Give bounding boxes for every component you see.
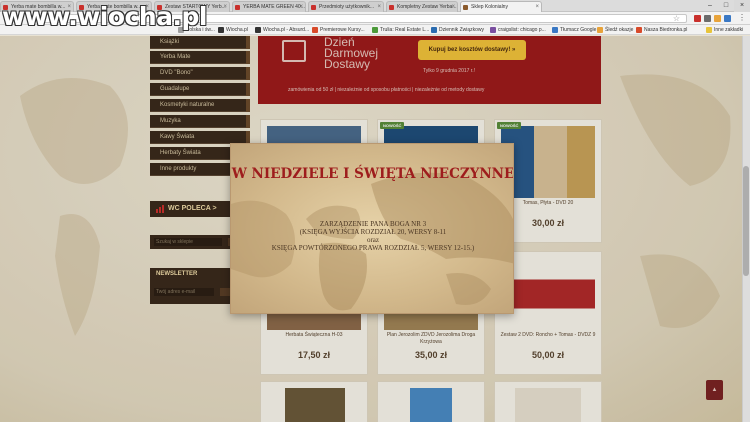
bookmark-item[interactable]: Nasza Biedronka.pl: [636, 26, 687, 34]
bookmark-folder[interactable]: Inne zakładki: [706, 26, 743, 34]
browser-tab[interactable]: YERBA MATE GREEN 40... ×: [232, 1, 306, 12]
bookmark-favicon-icon: [552, 27, 558, 33]
tab-favicon-icon: [235, 5, 240, 10]
bookmark-item[interactable]: Premierowe Kursy...: [312, 26, 365, 34]
close-icon[interactable]: ×: [377, 2, 381, 12]
close-icon[interactable]: ×: [299, 2, 303, 12]
modal-line: KSIĘGA POWTÓRZONEGO PRAWA ROZDZIAŁ 5, WE…: [271, 244, 475, 252]
modal-title: W NIEDZIELE I ŚWIĘTA NIECZYNNE: [231, 166, 514, 182]
tab-favicon-icon: [463, 5, 468, 10]
modal-body: ZARZĄDZENIE PANA BOGA NR 3 (KSIĘGA WYJŚC…: [231, 220, 513, 252]
bookmark-item[interactable]: Dziennik Związkowy: [431, 26, 484, 34]
bookmark-favicon-icon: [636, 27, 642, 33]
browser-tab-active[interactable]: Sklep Kolonialny ×: [460, 1, 542, 12]
closed-notice-modal: W NIEDZIELE I ŚWIĘTA NIECZYNNE ZARZĄDZEN…: [230, 143, 514, 314]
tab-favicon-icon: [389, 5, 394, 10]
bookmark-item[interactable]: Tłumacz Google: [552, 26, 596, 34]
modal-line: ZARZĄDZENIE PANA BOGA NR 3: [319, 220, 427, 228]
bookmark-favicon-icon: [255, 27, 261, 33]
extension-icon[interactable]: [704, 15, 711, 22]
bookmark-favicon-icon: [312, 27, 318, 33]
close-icon[interactable]: ×: [451, 2, 455, 12]
modal-line: (KSIĘGA WYJŚCIA ROZDZIAŁ 20, WERSY 8-11: [299, 228, 447, 236]
browser-tab[interactable]: Kompletny Zestaw Yerba... ×: [386, 1, 458, 12]
extension-icon[interactable]: [694, 15, 701, 22]
bookmark-item[interactable]: Wiocha.pl - Absurd...: [255, 26, 309, 34]
folder-icon: [706, 27, 712, 33]
bookmark-item[interactable]: Śledź okazje: [597, 26, 633, 34]
bookmark-favicon-icon: [218, 27, 224, 33]
minimize-button[interactable]: –: [702, 0, 718, 12]
watermark-logo: www.wiocha.pl: [2, 2, 207, 31]
modal-line: oraz: [366, 236, 380, 244]
close-icon[interactable]: ×: [535, 2, 539, 12]
extension-icon[interactable]: [714, 15, 721, 22]
extension-icon[interactable]: [724, 15, 731, 22]
bookmark-favicon-icon: [597, 27, 603, 33]
bookmark-item[interactable]: craigslist: chicago p...: [490, 26, 546, 34]
bookmark-favicon-icon: [431, 27, 437, 33]
bookmark-item[interactable]: Trulia: Real Estate L...: [372, 26, 429, 34]
bookmark-item[interactable]: Wiocha.pl: [218, 26, 248, 34]
window-controls: – □ ×: [702, 0, 750, 12]
bookmark-favicon-icon: [490, 27, 496, 33]
tab-favicon-icon: [311, 5, 316, 10]
bookmark-star-icon[interactable]: ☆: [673, 14, 680, 23]
browser-tab[interactable]: Przedmioty użytkownik... ×: [308, 1, 384, 12]
window-close-button[interactable]: ×: [734, 0, 750, 12]
menu-icon[interactable]: ⋮: [738, 13, 746, 23]
maximize-button[interactable]: □: [718, 0, 734, 12]
close-icon[interactable]: ×: [223, 2, 227, 12]
bookmark-favicon-icon: [372, 27, 378, 33]
